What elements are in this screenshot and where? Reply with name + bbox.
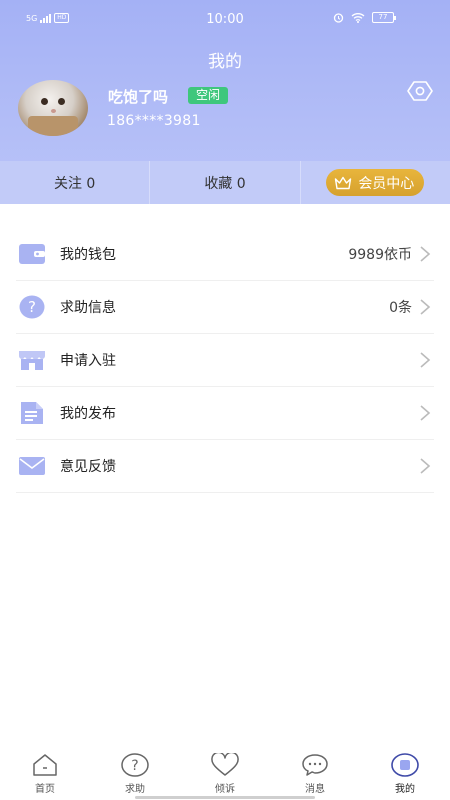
tab-help[interactable]: ? 求助	[90, 752, 180, 800]
tab-label: 求助	[125, 784, 145, 795]
menu-item-help-info[interactable]: ? 求助信息 0条	[16, 281, 434, 334]
wifi-icon	[351, 13, 365, 23]
mail-icon	[18, 454, 46, 478]
question-icon: ?	[18, 295, 46, 319]
chevron-right-icon	[420, 246, 431, 262]
menu-item-apply[interactable]: 申请入驻	[16, 334, 434, 387]
vip-cell: 会员中心	[299, 161, 450, 204]
avatar-eye	[41, 98, 48, 105]
avatar-box	[28, 116, 78, 136]
wallet-balance: 9989依币	[348, 247, 412, 263]
tab-messages[interactable]: 消息	[270, 752, 360, 800]
battery-icon: 77	[372, 12, 396, 23]
avatar-nose	[51, 109, 56, 113]
help-icon: ?	[120, 752, 150, 778]
phone-number: 186****3981	[107, 113, 201, 129]
vip-center-button[interactable]: 会员中心	[326, 169, 425, 196]
status-icons: 77	[333, 12, 396, 23]
tab-profile[interactable]: 我的	[360, 752, 450, 800]
store-icon	[18, 348, 46, 372]
message-icon	[300, 752, 330, 778]
menu-label: 我的钱包	[60, 247, 116, 263]
tab-confide[interactable]: 倾诉	[180, 752, 270, 800]
menu-list: 我的钱包 9989依币 ? 求助信息 0条 申请入驻 我的发布 意见反馈	[16, 228, 434, 493]
tab-home[interactable]: 首页	[0, 752, 90, 800]
menu-item-my-posts[interactable]: 我的发布	[16, 387, 434, 440]
home-icon	[30, 752, 60, 778]
crown-icon	[335, 176, 352, 189]
document-icon	[18, 401, 46, 425]
follow-count[interactable]: 关注 0	[0, 161, 149, 204]
favorites-label: 收藏 0	[204, 175, 246, 192]
tab-label: 我的	[395, 784, 415, 795]
status-badge: 空闲	[188, 87, 229, 104]
gear-icon[interactable]	[406, 80, 434, 102]
tab-bar: 首页 ? 求助 倾诉 消息 我的	[0, 752, 450, 800]
username: 吃饱了吗	[108, 88, 169, 106]
status-bar: 5G HD 10:00 77	[0, 8, 450, 32]
wallet-icon	[18, 242, 46, 266]
profile-icon	[390, 752, 420, 778]
help-count: 0条	[389, 300, 412, 316]
menu-label: 意见反馈	[60, 459, 116, 475]
stats-bar: 关注 0 收藏 0 会员中心	[0, 161, 450, 204]
tab-label: 首页	[35, 784, 55, 795]
menu-label: 申请入驻	[60, 353, 116, 369]
chevron-right-icon	[420, 458, 431, 474]
menu-item-wallet[interactable]: 我的钱包 9989依币	[16, 228, 434, 281]
tab-label: 消息	[305, 784, 325, 795]
tab-label: 倾诉	[215, 784, 235, 795]
chevron-right-icon	[420, 352, 431, 368]
vip-label: 会员中心	[358, 175, 415, 192]
chevron-right-icon	[420, 405, 431, 421]
avatar-eye	[58, 98, 65, 105]
alarm-icon	[333, 13, 344, 23]
svg-text:?: ?	[28, 298, 36, 316]
chevron-right-icon	[420, 299, 431, 315]
avatar[interactable]	[18, 80, 88, 136]
menu-item-feedback[interactable]: 意见反馈	[16, 440, 434, 493]
menu-label: 求助信息	[60, 300, 116, 316]
page-title: 我的	[208, 52, 242, 72]
favorites-count[interactable]: 收藏 0	[149, 161, 299, 204]
svg-text:?: ?	[131, 758, 138, 774]
follow-label: 关注 0	[53, 175, 96, 192]
heart-icon	[210, 752, 240, 778]
menu-label: 我的发布	[60, 406, 116, 422]
home-indicator	[135, 796, 315, 799]
